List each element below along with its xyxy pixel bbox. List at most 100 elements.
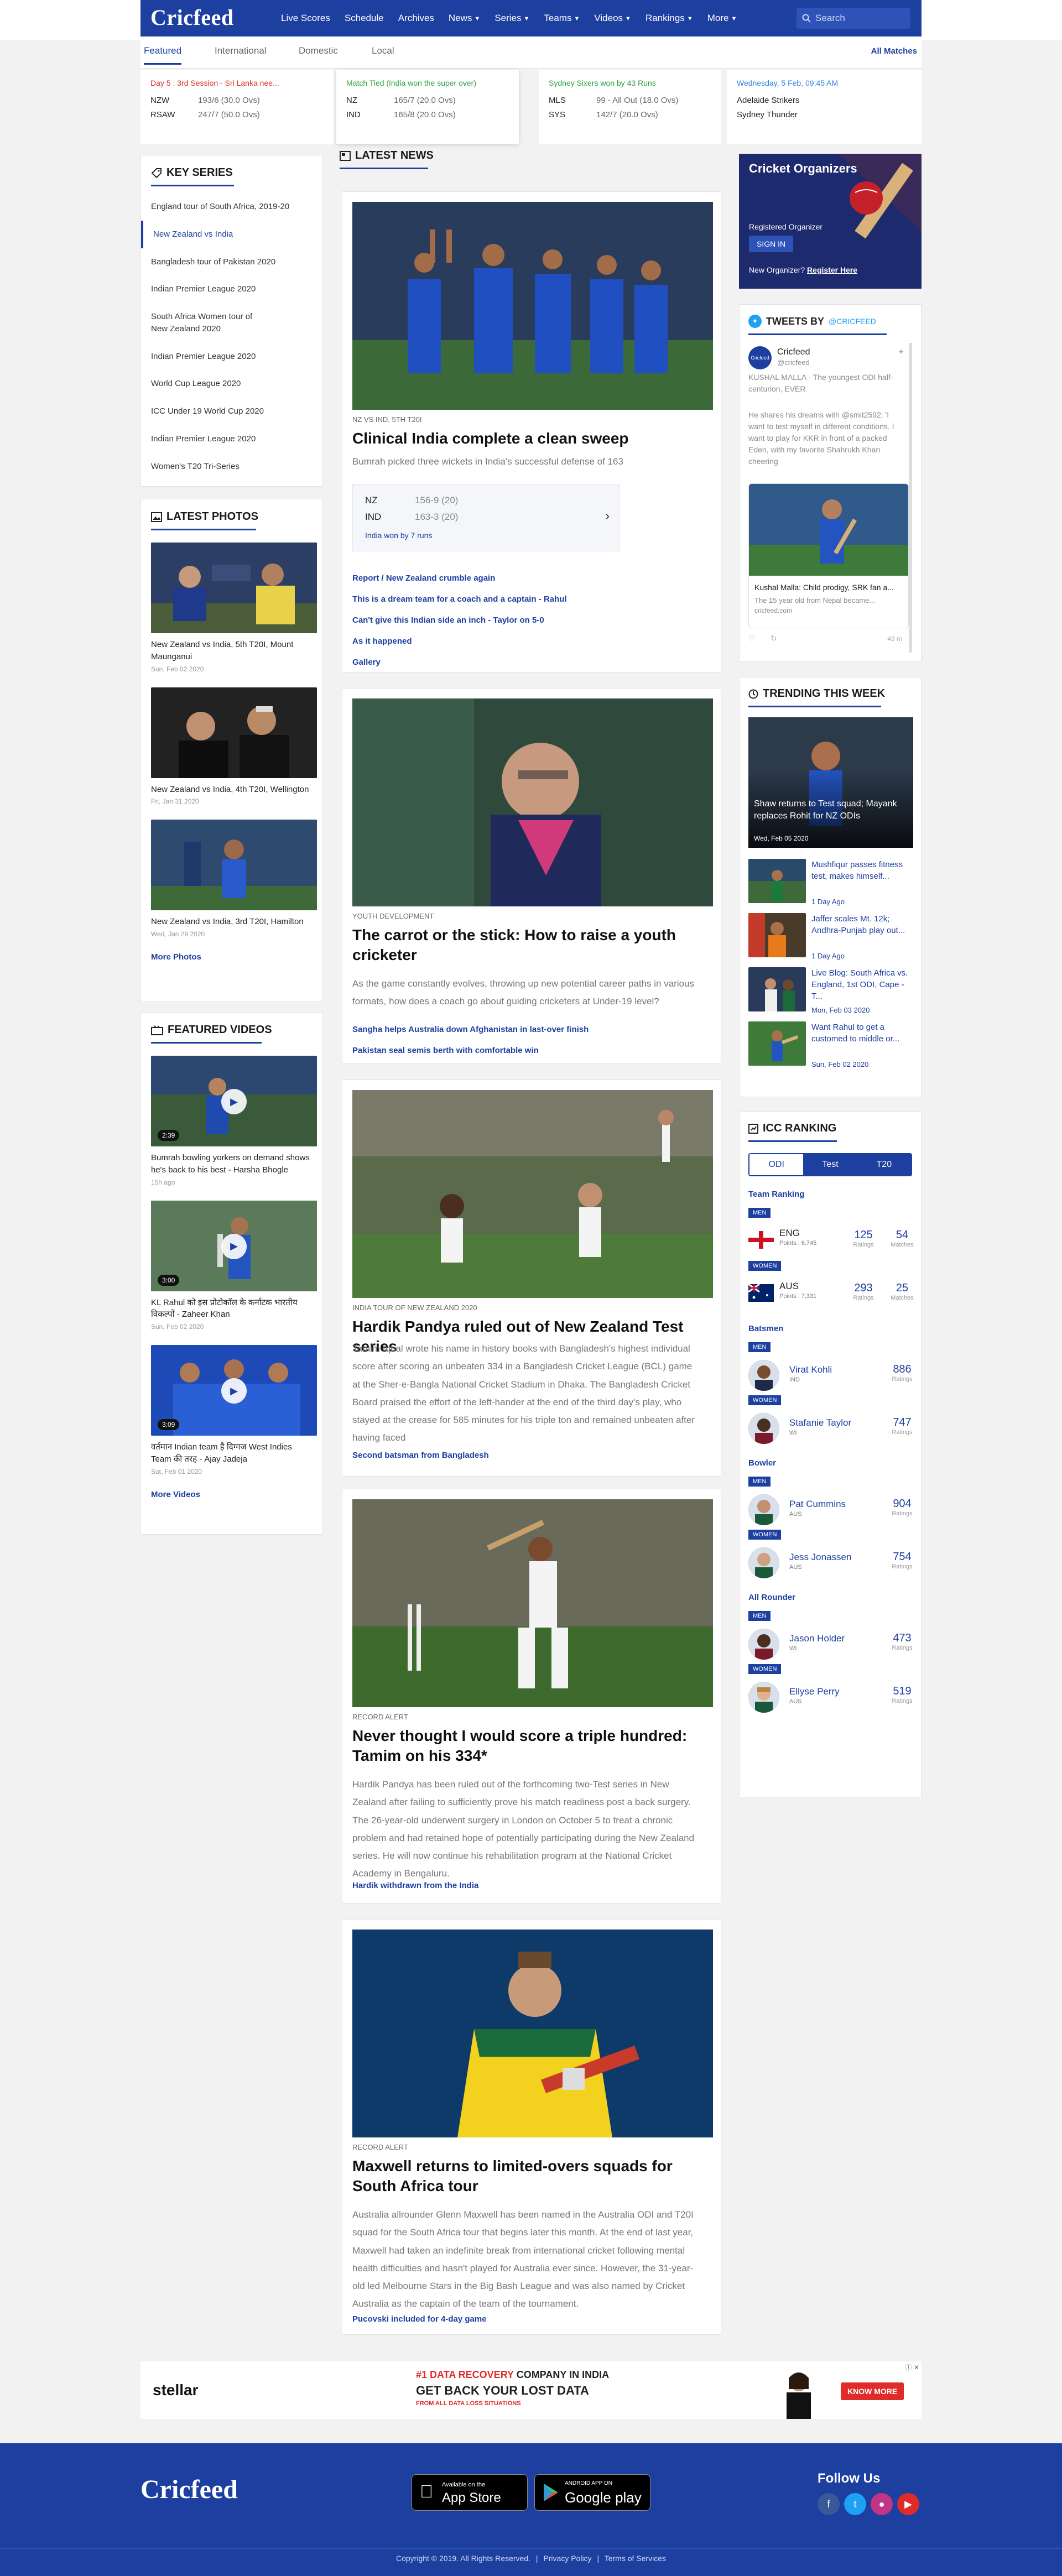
- photo-thumbnail[interactable]: [151, 687, 317, 778]
- related-link[interactable]: Sangha helps Australia down Afghanistan …: [352, 1019, 589, 1040]
- register-link[interactable]: Register Here: [807, 265, 857, 274]
- player-avatar[interactable]: [748, 1413, 779, 1444]
- series-item[interactable]: Indian Premier League 2020: [141, 425, 322, 453]
- ranking-row[interactable]: ENG Points : 6,745 125 Ratings 54 Matches: [748, 1221, 914, 1258]
- series-item[interactable]: South Africa Women tour of New Zealand 2…: [141, 303, 274, 343]
- privacy-policy-link[interactable]: Privacy Policy: [543, 2554, 591, 2563]
- trending-feature[interactable]: Shaw returns to Test squad; Mayank repla…: [748, 717, 913, 848]
- trending-thumbnail[interactable]: [748, 913, 806, 957]
- related-link[interactable]: This is a dream team for a coach and a c…: [352, 589, 567, 610]
- play-icon[interactable]: ▶: [221, 1089, 247, 1114]
- related-link[interactable]: Report / New Zealand crumble again: [352, 568, 567, 589]
- nav-more[interactable]: More ▼: [707, 13, 737, 24]
- photo-thumbnail[interactable]: [151, 543, 317, 633]
- player-name[interactable]: Stafanie Taylor: [789, 1417, 851, 1428]
- ranking-row[interactable]: AUS Points : 7,331 293 Ratings 25 Matches: [748, 1274, 914, 1311]
- trending-item[interactable]: Jaffer scales Mt. 12k; Andhra-Punjab pla…: [748, 913, 912, 967]
- tab-domestic[interactable]: Domestic: [299, 45, 338, 56]
- instagram-icon[interactable]: ●: [871, 2493, 893, 2515]
- trending-thumbnail[interactable]: [748, 1021, 806, 1066]
- all-matches-link[interactable]: All Matches: [871, 46, 917, 56]
- tweet-feed[interactable]: Cricfeed Cricfeed @cricfeed ✦ KUSHAL MAL…: [748, 343, 912, 653]
- tab-test[interactable]: Test: [803, 1154, 857, 1175]
- ad-close-icon[interactable]: ⓘ ✕: [905, 2363, 919, 2372]
- nav-news[interactable]: News ▼: [449, 13, 480, 24]
- play-icon[interactable]: ▶: [221, 1233, 247, 1259]
- related-link[interactable]: As it happened: [352, 631, 567, 652]
- series-item[interactable]: Indian Premier League 2020: [141, 343, 322, 371]
- player-avatar[interactable]: [748, 1360, 779, 1391]
- player-name[interactable]: Pat Cummins: [789, 1499, 846, 1510]
- video-item[interactable]: ▶ 2:39 Bumrah bowling yorkers on demand s…: [151, 1056, 317, 1186]
- nav-series[interactable]: Series ▼: [494, 13, 529, 24]
- mini-scorecard[interactable]: NZ 156-9 (20) IND 163-3 (20) India won by …: [352, 484, 620, 551]
- news-title[interactable]: The carrot or the stick: How to raise a …: [352, 925, 712, 966]
- photo-thumbnail[interactable]: [151, 820, 317, 911]
- series-item[interactable]: Indian Premier League 2020: [141, 275, 322, 303]
- facebook-icon[interactable]: f: [818, 2493, 840, 2515]
- account-avatar[interactable]: Cricfeed: [748, 346, 772, 369]
- news-card[interactable]: INDIA TOUR OF NEW ZEALAND 2020 Hardik Pa…: [342, 1080, 721, 1477]
- tab-international[interactable]: International: [215, 45, 267, 56]
- tab-t20[interactable]: T20: [857, 1154, 911, 1175]
- nav-archives[interactable]: Archives: [398, 13, 434, 24]
- score-card[interactable]: Match Tied (India won the super over) NZ…: [336, 70, 519, 144]
- ranking-row[interactable]: Jason Holder WI 473 Ratings: [748, 1624, 913, 1661]
- photo-item[interactable]: New Zealand vs India, 5th T20I, Mount Ma…: [151, 543, 317, 673]
- trending-item[interactable]: Mushfiqur passes fitness test, makes him…: [748, 859, 912, 913]
- nav-rankings[interactable]: Rankings ▼: [645, 13, 693, 24]
- player-name[interactable]: Ellyse Perry: [789, 1686, 840, 1697]
- series-item[interactable]: ICC Under 19 World Cup 2020: [141, 398, 322, 425]
- ranking-row[interactable]: Ellyse Perry AUS 519 Ratings: [748, 1677, 913, 1714]
- share-icon[interactable]: ↻: [771, 634, 777, 643]
- news-card[interactable]: RECORD ALERT Maxwell returns to limited-…: [342, 1919, 721, 2335]
- ranking-row[interactable]: Stafanie Taylor WI 747 Ratings: [748, 1409, 913, 1445]
- series-item[interactable]: World Cup League 2020: [141, 370, 322, 398]
- more-photos-link[interactable]: More Photos: [151, 952, 201, 962]
- player-name[interactable]: Virat Kohli: [789, 1364, 832, 1375]
- player-name[interactable]: Jason Holder: [789, 1633, 845, 1644]
- related-link[interactable]: Pucovski included for 4-day game: [352, 2314, 487, 2324]
- chevron-right-icon[interactable]: ›: [606, 509, 610, 523]
- nav-videos[interactable]: Videos ▼: [594, 13, 631, 24]
- score-card[interactable]: Wednesday, 5 Feb, 09:45 AM Adelaide Stri…: [727, 70, 922, 144]
- player-avatar[interactable]: [748, 1682, 779, 1713]
- tab-featured[interactable]: Featured: [144, 45, 182, 65]
- trending-item[interactable]: Live Blog: South Africa vs. England, 1st…: [748, 967, 912, 1021]
- nav-schedule[interactable]: Schedule: [345, 13, 384, 24]
- video-thumbnail[interactable]: ▶ 3:00: [151, 1200, 317, 1291]
- site-logo[interactable]: Cricfeed: [150, 4, 234, 30]
- news-title[interactable]: Clinical India complete a clean sweep: [352, 429, 712, 449]
- news-image[interactable]: [352, 1090, 713, 1298]
- series-item[interactable]: Bangladesh tour of Pakistan 2020: [141, 248, 322, 276]
- twitter-handle[interactable]: @CRICFEED: [829, 317, 876, 326]
- more-videos-link[interactable]: More Videos: [151, 1490, 200, 1499]
- search-input[interactable]: Search: [796, 8, 910, 29]
- news-title[interactable]: Maxwell returns to limited-overs squads …: [352, 2156, 712, 2197]
- cricket-organizers-banner[interactable]: Cricket Organizers Registered Organizer …: [739, 154, 922, 289]
- score-card[interactable]: Sydney Sixers won by 43 Runs MLS 99 - All…: [539, 70, 721, 144]
- twitter-icon[interactable]: t: [844, 2493, 866, 2515]
- terms-of-service-link[interactable]: Terms of Services: [605, 2554, 666, 2563]
- tab-local[interactable]: Local: [372, 45, 394, 56]
- play-icon[interactable]: ▶: [221, 1378, 247, 1404]
- tweet-card[interactable]: Kushal Malla: Child prodigy, SRK fan a..…: [748, 483, 909, 628]
- ranking-row[interactable]: Virat Kohli IND 886 Ratings: [748, 1355, 913, 1392]
- ranking-row[interactable]: Jess Jonassen AUS 754 Ratings: [748, 1543, 913, 1579]
- ranking-row[interactable]: Pat Cummins AUS 904 Ratings: [748, 1490, 913, 1526]
- nav-live-scores[interactable]: Live Scores: [281, 13, 330, 24]
- news-image[interactable]: [352, 1930, 713, 2137]
- related-link[interactable]: Pakistan seal semis berth with comfortab…: [352, 1040, 589, 1061]
- video-item[interactable]: ▶ 3:00 KL Rahul को इस प्रोटोकॉल के कर्नाट…: [151, 1200, 317, 1331]
- account-name[interactable]: Cricfeed: [777, 347, 810, 357]
- reply-icon[interactable]: ♡: [748, 634, 756, 643]
- ad-cta-button[interactable]: KNOW MORE: [841, 2382, 904, 2400]
- series-item-active[interactable]: New Zealand vs India: [141, 220, 322, 248]
- advertisement-banner[interactable]: stellar #1 DATA RECOVERY COMPANY IN INDI…: [140, 2361, 922, 2419]
- tab-odi[interactable]: ODI: [749, 1154, 804, 1175]
- trending-thumbnail[interactable]: [748, 967, 806, 1011]
- google-play-button[interactable]: ANDROID APP ON Google play: [534, 2474, 650, 2511]
- news-card[interactable]: RECORD ALERT Never thought I would score…: [342, 1489, 721, 1904]
- youtube-icon[interactable]: ▶: [897, 2493, 919, 2515]
- sign-in-button[interactable]: SIGN IN: [749, 236, 794, 252]
